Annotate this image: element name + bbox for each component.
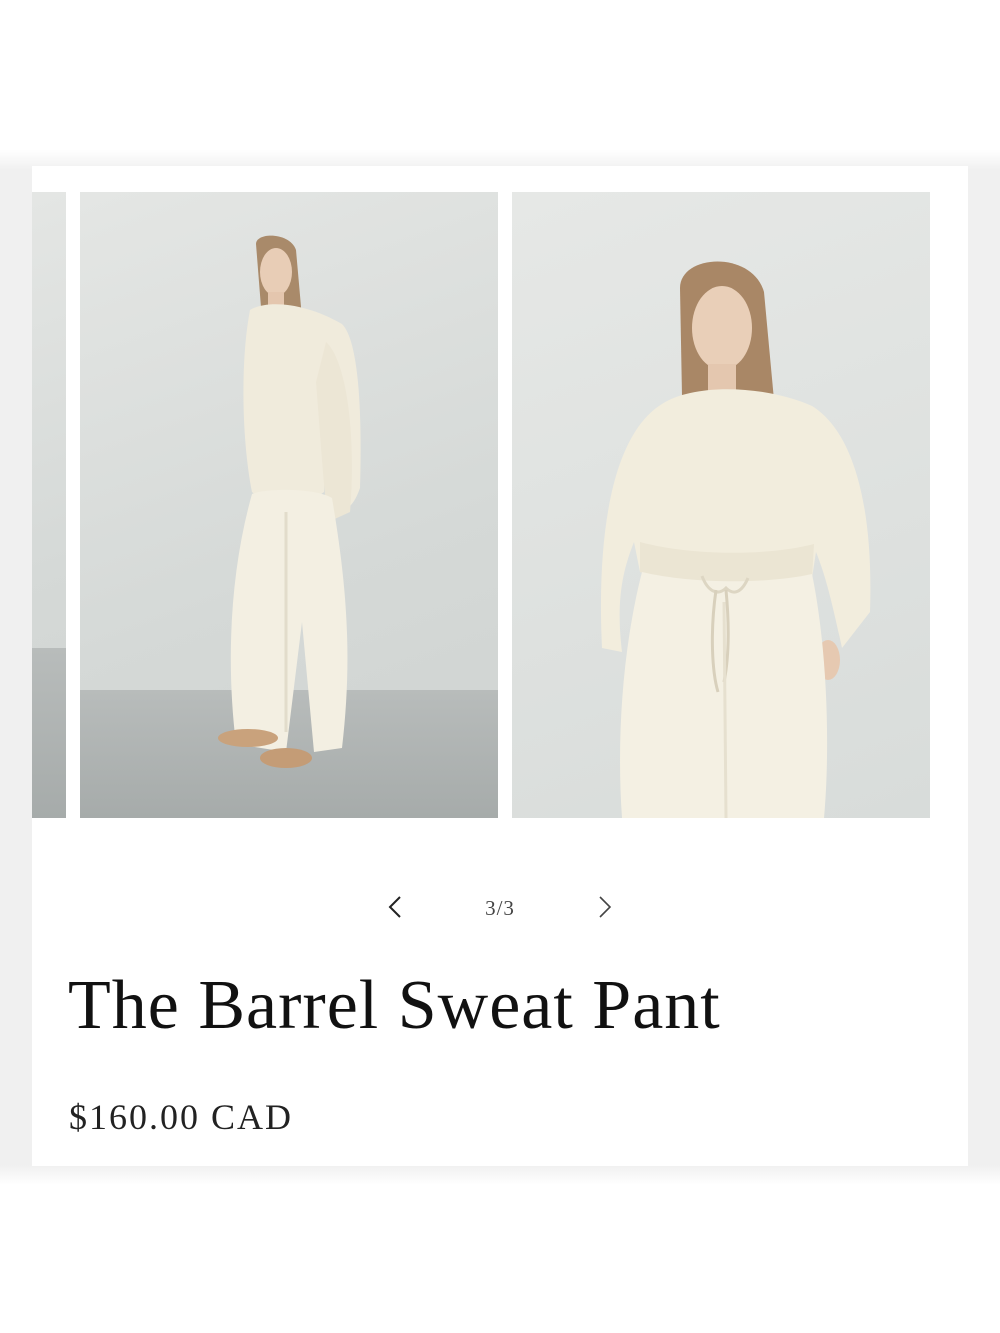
gallery-slide-close-up[interactable] [512, 192, 930, 818]
product-price: $160.00 CAD [69, 1097, 294, 1137]
gallery-counter: 3/3 [485, 896, 515, 920]
product-gallery[interactable] [32, 192, 968, 818]
model-close-up-illustration [600, 261, 871, 818]
product-card: 3/3 The Barrel Sweat Pant $160.00 CAD [32, 166, 968, 1166]
gallery-next-button[interactable] [589, 892, 619, 922]
chevron-left-icon [388, 896, 401, 918]
model-standing-illustration [218, 235, 361, 768]
photo-floor [32, 648, 66, 818]
gallery-slide-full-length[interactable] [80, 192, 498, 818]
gallery-slide-previous[interactable] [32, 192, 66, 818]
chevron-right-icon [599, 896, 612, 918]
gallery-previous-button[interactable] [381, 892, 411, 922]
gallery-pager: 3/3 [32, 886, 968, 926]
product-title: The Barrel Sweat Pant [68, 967, 721, 1044]
